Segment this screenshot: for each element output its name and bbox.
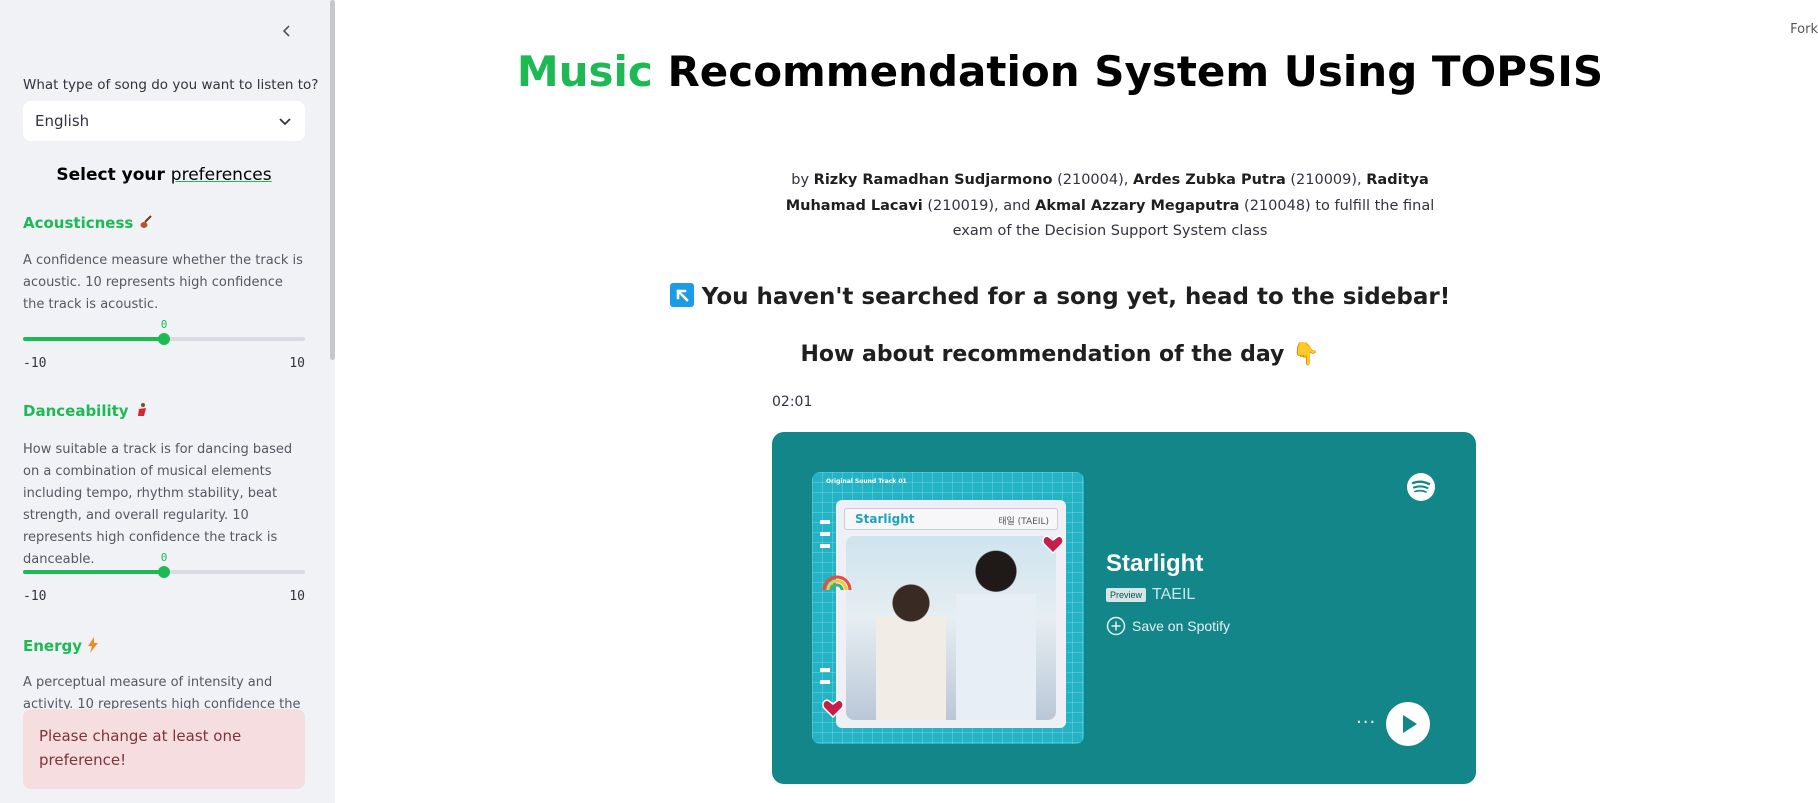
timestamp: 02:01	[772, 394, 813, 410]
main-content: Fork Music Recommendation System Using T…	[335, 0, 1818, 803]
acousticness-max: 10	[289, 356, 305, 371]
track-title[interactable]: Starlight	[1106, 550, 1230, 578]
author-name: Ardes Zubka Putra	[1132, 172, 1286, 188]
language-select-value: English	[35, 112, 90, 130]
title-highlight: Music	[516, 47, 653, 96]
album-cover: Original Sound Track 01 Starlight 태일 (TA…	[812, 472, 1084, 744]
recommendation-heading: How about recommendation of the day 👇	[335, 342, 1785, 367]
cover-person	[956, 546, 1036, 720]
cover-artist: 태일 (TAEIL)	[998, 517, 1049, 527]
cover-decoration	[820, 532, 830, 536]
cover-ost-label: Original Sound Track 01	[826, 478, 907, 485]
acousticness-title: Acousticness	[23, 214, 155, 232]
cover-title-bar: Starlight 태일 (TAEIL)	[844, 508, 1058, 530]
heart-icon	[1042, 535, 1064, 554]
cover-frame: Starlight 태일 (TAEIL)	[836, 500, 1066, 728]
byline-by: by	[791, 172, 814, 188]
slider-value: 0	[160, 551, 168, 564]
heart-icon	[822, 699, 844, 718]
acousticness-title-text: Acousticness	[23, 214, 134, 232]
save-on-spotify-label: Save on Spotify	[1132, 618, 1231, 634]
danceability-max: 10	[289, 589, 305, 604]
play-icon	[1403, 715, 1417, 733]
cover-decoration	[820, 668, 830, 672]
arrow-up-left-icon	[669, 283, 694, 307]
spotify-embed-player[interactable]: Original Sound Track 01 Starlight 태일 (TA…	[772, 432, 1476, 784]
pointing-down-icon: 👇	[1292, 342, 1320, 367]
sidebar: What type of song do you want to listen …	[0, 0, 335, 803]
track-info: Starlight Preview TAEIL Save on Spotify	[1106, 550, 1230, 636]
danceability-title: Danceability	[23, 402, 150, 420]
author-name: Rizky Ramadhan Sudjarmono	[813, 172, 1053, 188]
cover-decoration	[820, 544, 830, 548]
energy-title-text: Energy	[23, 637, 83, 655]
author-name: Akmal Azzary Megaputra	[1035, 197, 1240, 214]
author-id: (210019), and	[922, 197, 1036, 214]
cover-person	[876, 576, 946, 720]
play-button[interactable]	[1386, 702, 1430, 746]
preferences-heading: Select your preferences	[23, 165, 305, 185]
chevron-left-icon	[282, 25, 290, 37]
rainbow-icon	[822, 575, 852, 590]
save-on-spotify-button[interactable]: Save on Spotify	[1106, 616, 1230, 636]
preferences-heading-prefix: Select your	[56, 165, 171, 185]
slider-thumb[interactable]	[158, 333, 170, 345]
notice-text: You haven't searched for a song yet, hea…	[701, 284, 1451, 310]
acousticness-slider[interactable]: 0	[23, 318, 305, 348]
slider-fill	[23, 570, 164, 574]
slider-thumb[interactable]	[158, 566, 170, 578]
collapse-sidebar-button[interactable]	[276, 20, 298, 42]
slider-value: 0	[160, 318, 168, 331]
danceability-slider[interactable]: 0	[23, 551, 305, 581]
authors-byline: by Rizky Ramadhan Sudjarmono (210004), A…	[765, 168, 1455, 245]
energy-description: A perceptual measure of intensity and ac…	[23, 675, 301, 710]
recommendation-heading-text: How about recommendation of the day	[800, 342, 1285, 367]
preferences-heading-link: preferences	[170, 165, 272, 185]
author-id: (210009),	[1285, 172, 1367, 188]
language-select[interactable]: English	[23, 101, 305, 141]
acousticness-description: A confidence measure whether the track i…	[23, 253, 303, 312]
fork-link[interactable]: Fork	[1790, 22, 1818, 37]
page-title: Music Recommendation System Using TOPSIS	[335, 45, 1785, 99]
cover-photo	[846, 536, 1056, 720]
spotify-logo-icon[interactable]	[1406, 472, 1436, 502]
cover-decoration	[820, 520, 830, 524]
plus-circle-icon	[1106, 616, 1126, 636]
energy-title: Energy	[23, 637, 99, 655]
more-options-button[interactable]: ···	[1356, 712, 1376, 733]
danceability-title-text: Danceability	[23, 402, 129, 420]
chevron-down-icon	[279, 118, 291, 126]
artist-name[interactable]: TAEIL	[1152, 586, 1195, 604]
slider-fill	[23, 337, 164, 341]
dancer-icon	[137, 403, 146, 416]
author-id: (210004),	[1052, 172, 1133, 188]
title-rest: Recommendation System Using TOPSIS	[652, 47, 1604, 96]
warning-alert: Please change at least one preference!	[23, 709, 305, 789]
acousticness-min: -10	[23, 356, 47, 371]
danceability-min: -10	[23, 589, 47, 604]
artist-row: Preview TAEIL	[1106, 586, 1230, 604]
song-type-label: What type of song do you want to listen …	[23, 77, 319, 93]
no-search-notice: You haven't searched for a song yet, hea…	[335, 283, 1785, 310]
preview-badge: Preview	[1106, 588, 1147, 602]
cover-decoration	[820, 680, 830, 684]
cover-song-title: Starlight	[855, 512, 915, 526]
lightning-icon	[88, 637, 99, 653]
violin-icon	[140, 215, 152, 228]
